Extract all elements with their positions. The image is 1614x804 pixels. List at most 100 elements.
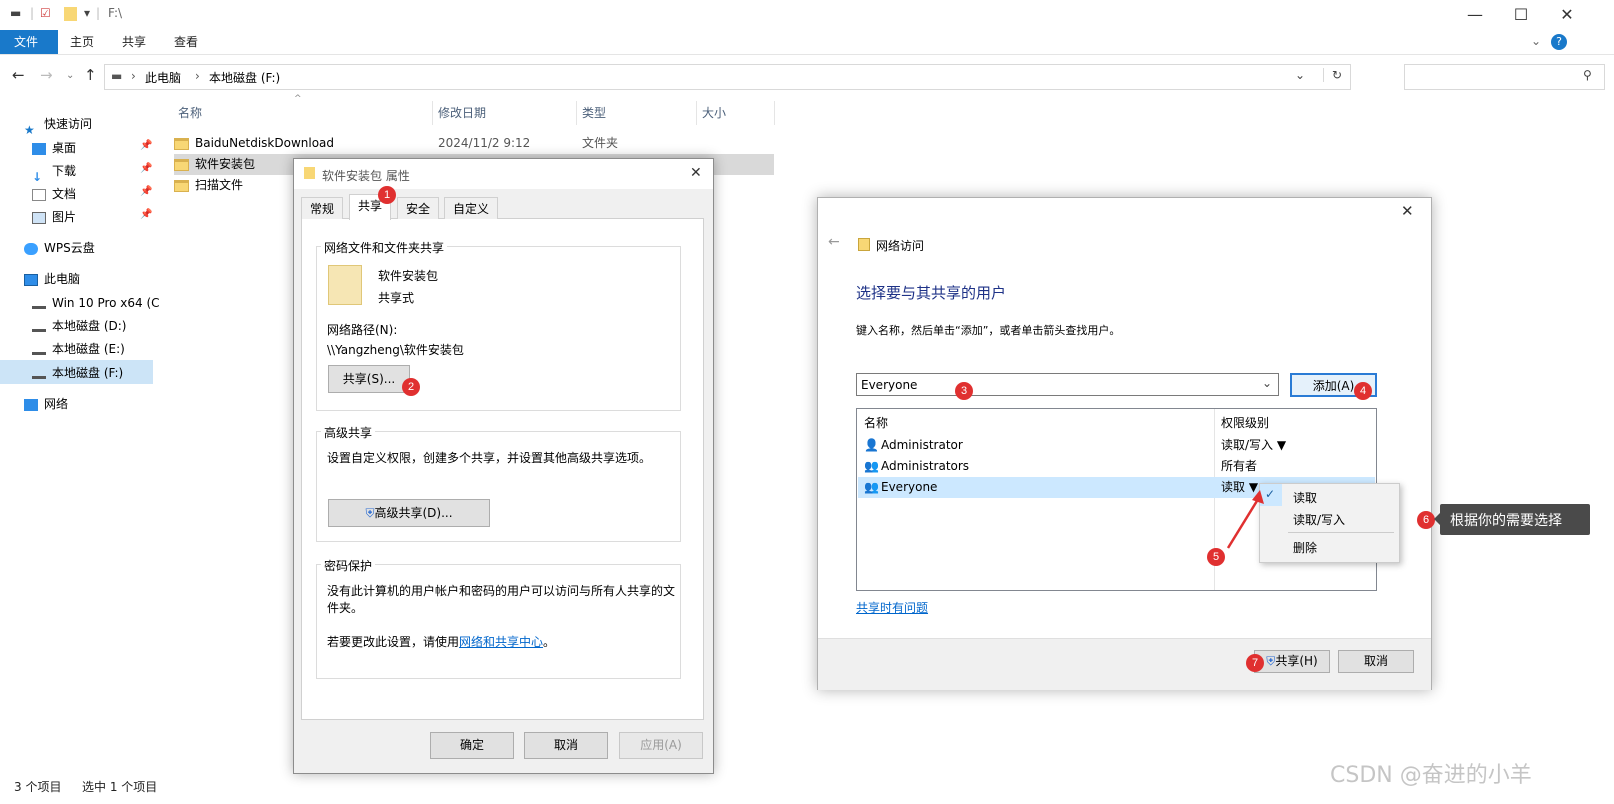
advanced-sharing-button[interactable]: ⛨高级共享(D)...: [328, 499, 490, 527]
file-row[interactable]: BaiduNetdiskDownload 2024/11/2 9:12 文件夹: [174, 133, 774, 154]
user-name-combobox[interactable]: Everyone ⌄: [856, 373, 1279, 396]
pin-icon[interactable]: 📌: [140, 140, 152, 151]
user-row[interactable]: 👤 Administrator 读取/写入 ▼: [857, 435, 1376, 455]
back-arrow-icon[interactable]: ←: [12, 66, 25, 84]
pin-icon[interactable]: 📌: [140, 186, 152, 197]
tab-security[interactable]: 安全: [397, 197, 440, 219]
network-path-value: \\Yangzheng\软件安装包: [327, 343, 464, 357]
close-icon[interactable]: ✕: [690, 165, 702, 181]
share-confirm-button[interactable]: ⛨共享(H): [1254, 650, 1330, 673]
navigation-pane: [0, 96, 158, 786]
nav-network[interactable]: 网络: [24, 393, 68, 415]
separator: |: [96, 6, 101, 20]
breadcrumb-this-pc[interactable]: 此电脑: [145, 69, 181, 86]
tab-home[interactable]: 主页: [56, 30, 108, 54]
column-divider[interactable]: [774, 101, 775, 125]
tab-share[interactable]: 共享: [108, 30, 160, 54]
tab-custom[interactable]: 自定义: [444, 197, 499, 219]
star-icon: ★: [24, 122, 35, 137]
forward-arrow-icon[interactable]: →: [40, 66, 53, 84]
nav-item-pictures[interactable]: 图片: [32, 206, 76, 228]
menu-item-read[interactable]: 读取: [1293, 489, 1317, 506]
apply-button[interactable]: 应用(A): [619, 732, 703, 759]
help-icon[interactable]: ?: [1551, 34, 1567, 50]
tab-view[interactable]: 查看: [160, 30, 212, 54]
menu-item-remove[interactable]: 删除: [1293, 539, 1317, 556]
group-title: 高级共享: [321, 424, 376, 441]
network-access-dialog: ✕ ← 网络访问 选择要与其共享的用户 键入名称，然后单击“添加”，或者单击箭头…: [817, 197, 1432, 690]
column-header-permission[interactable]: 权限级别: [1221, 414, 1269, 431]
menu-item-read-write[interactable]: 读取/写入: [1293, 511, 1345, 528]
desktop-icon: [32, 142, 46, 155]
ok-button[interactable]: 确定: [430, 732, 514, 759]
chevron-down-icon[interactable]: ⌄: [1262, 376, 1272, 390]
maximize-button[interactable]: ☐: [1498, 2, 1544, 28]
tab-general[interactable]: 常规: [301, 197, 344, 219]
chevron-down-icon[interactable]: ⌄: [1295, 68, 1305, 82]
recent-locations-icon[interactable]: ⌄: [66, 70, 74, 81]
cancel-button[interactable]: 取消: [524, 732, 608, 759]
tooltip-text: 根据你的需要选择: [1450, 513, 1562, 529]
column-header-size[interactable]: 大小: [702, 100, 726, 126]
properties-icon[interactable]: ☑: [40, 6, 51, 20]
nav-drive-f[interactable]: 本地磁盘 (F:): [32, 362, 123, 384]
nav-quick-access[interactable]: ★ 快速访问: [24, 113, 92, 137]
nav-item-downloads[interactable]: ↓ 下载: [32, 160, 76, 184]
password-protection-group: [316, 564, 681, 679]
nav-item-desktop[interactable]: 桌面: [32, 137, 76, 159]
dialog-description: 键入名称，然后单击“添加”，或者单击箭头查找用户。: [856, 324, 1121, 337]
file-date: 2024/11/2 9:12: [438, 136, 531, 150]
file-type: 文件夹: [582, 136, 619, 150]
user-row[interactable]: 👥 Administrators 所有者: [857, 456, 1376, 476]
up-arrow-icon[interactable]: ↑: [84, 66, 97, 84]
hint-text: 。: [543, 635, 556, 649]
column-header-name[interactable]: 名称: [864, 414, 888, 431]
folder-name: 软件安装包: [378, 269, 439, 283]
nav-label: WPS云盘: [44, 241, 95, 255]
network-icon: [24, 398, 38, 411]
search-icon: ⚲: [1583, 68, 1592, 82]
search-input[interactable]: ⚲: [1404, 64, 1605, 90]
column-divider[interactable]: [432, 101, 433, 125]
nav-drive-e[interactable]: 本地磁盘 (E:): [32, 338, 125, 360]
nav-label: 桌面: [52, 141, 77, 155]
chevron-down-icon[interactable]: ⌄: [1531, 34, 1541, 48]
refresh-icon[interactable]: ↻: [1323, 68, 1342, 82]
permission-level[interactable]: 读取/写入 ▼: [1221, 435, 1286, 455]
nav-label: 网络: [44, 397, 69, 411]
step-badge-6: 6: [1417, 511, 1435, 529]
column-header-name[interactable]: 名称: [178, 100, 202, 126]
close-icon[interactable]: ✕: [1401, 202, 1414, 220]
pin-icon[interactable]: 📌: [140, 209, 152, 220]
column-header-date[interactable]: 修改日期: [438, 100, 486, 126]
new-folder-icon[interactable]: [64, 7, 77, 21]
shield-icon: ⛨: [1266, 654, 1276, 668]
customize-toolbar-icon[interactable]: ▾: [84, 6, 90, 20]
network-sharing-center-link[interactable]: 网络和共享中心: [459, 635, 543, 649]
file-name: 软件安装包: [195, 157, 256, 171]
step-badge-4: 4: [1354, 382, 1372, 400]
tab-file[interactable]: 文件: [0, 30, 58, 54]
share-button[interactable]: 共享(S)...: [328, 365, 410, 393]
hint-text: 若要更改此设置，请使用: [327, 635, 460, 649]
pin-icon[interactable]: 📌: [140, 163, 152, 174]
sharing-trouble-link[interactable]: 共享时有问题: [856, 599, 928, 616]
button-label: 高级共享(D)...: [374, 506, 453, 520]
nav-wps-cloud[interactable]: WPS云盘: [24, 237, 95, 259]
column-divider[interactable]: [696, 101, 697, 125]
column-header-type[interactable]: 类型: [582, 100, 606, 126]
back-arrow-icon[interactable]: ←: [828, 234, 840, 250]
cancel-button[interactable]: 取消: [1338, 650, 1414, 673]
breadcrumb-drive-f[interactable]: 本地磁盘 (F:): [209, 69, 280, 86]
nav-drive-c[interactable]: Win 10 Pro x64 (C: [32, 292, 160, 314]
address-bar[interactable]: ▬ › 此电脑 › 本地磁盘 (F:) ⌄ ↻: [104, 64, 1351, 90]
step-badge-2: 2: [402, 378, 420, 396]
nav-this-pc[interactable]: 此电脑: [24, 268, 80, 290]
nav-drive-d[interactable]: 本地磁盘 (D:): [32, 315, 126, 337]
file-name: BaiduNetdiskDownload: [195, 136, 335, 150]
column-divider[interactable]: [576, 101, 577, 125]
user-name: Everyone: [881, 480, 938, 494]
nav-item-documents[interactable]: 文档: [32, 183, 76, 205]
close-button[interactable]: ✕: [1544, 2, 1590, 28]
minimize-button[interactable]: —: [1452, 2, 1498, 28]
